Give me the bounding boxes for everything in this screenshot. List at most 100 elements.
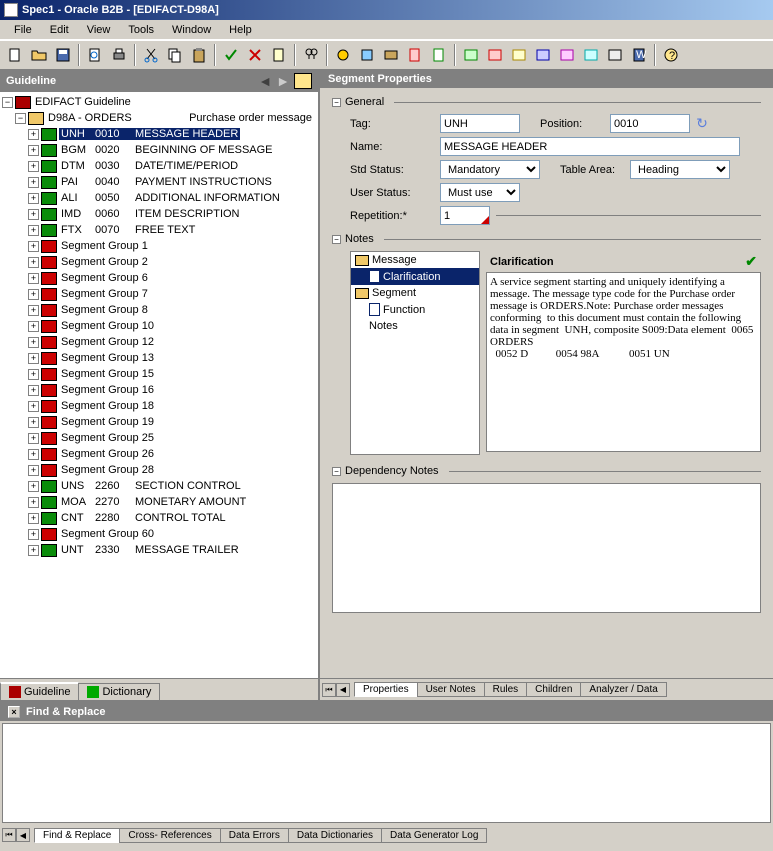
tab-properties[interactable]: Properties <box>354 682 418 697</box>
menu-window[interactable]: Window <box>164 22 219 38</box>
guideline-tree[interactable]: − EDIFACT Guideline − D98A - ORDERS Purc… <box>0 92 318 678</box>
tool7-icon[interactable] <box>484 44 506 66</box>
tool1-icon[interactable] <box>332 44 354 66</box>
tree-item[interactable]: +IMD0060ITEM DESCRIPTION <box>2 206 316 222</box>
clarification-text[interactable]: A service segment starting and uniquely … <box>486 272 761 452</box>
tree-item[interactable]: +Segment Group 8 <box>2 302 316 318</box>
tool6-icon[interactable] <box>460 44 482 66</box>
find-icon[interactable] <box>300 44 322 66</box>
notes-item-segment[interactable]: Segment <box>351 285 479 301</box>
expand-icon[interactable]: + <box>28 337 39 348</box>
tab-user-notes[interactable]: User Notes <box>417 682 485 697</box>
notes-item-message[interactable]: Message <box>351 252 479 268</box>
menu-view[interactable]: View <box>79 22 119 38</box>
spellcheck-icon[interactable]: ✔ <box>745 253 757 270</box>
find-replace-body[interactable] <box>2 723 771 823</box>
expand-icon[interactable]: + <box>28 497 39 508</box>
tree-item[interactable]: +UNT2330MESSAGE TRAILER <box>2 542 316 558</box>
tool3-icon[interactable] <box>380 44 402 66</box>
table-select[interactable]: Heading <box>630 160 730 179</box>
refresh-icon[interactable]: ↻ <box>694 116 710 132</box>
scroll-prev-icon[interactable]: ◀ <box>336 683 350 697</box>
folder-up-icon[interactable] <box>294 73 312 89</box>
paste-icon[interactable] <box>188 44 210 66</box>
tree-item[interactable]: +ALI0050ADDITIONAL INFORMATION <box>2 190 316 206</box>
expand-icon[interactable]: + <box>28 145 39 156</box>
expand-icon[interactable]: + <box>28 289 39 300</box>
preview-icon[interactable] <box>84 44 106 66</box>
tree-item[interactable]: +Segment Group 6 <box>2 270 316 286</box>
tree-item[interactable]: +Segment Group 28 <box>2 462 316 478</box>
tree-item[interactable]: +Segment Group 16 <box>2 382 316 398</box>
tab-data-gen[interactable]: Data Generator Log <box>381 828 487 843</box>
menu-edit[interactable]: Edit <box>42 22 77 38</box>
collapse-icon[interactable]: − <box>332 235 341 244</box>
collapse-icon[interactable]: − <box>2 97 13 108</box>
name-input[interactable] <box>440 137 740 156</box>
tool12-icon[interactable] <box>604 44 626 66</box>
expand-icon[interactable]: + <box>28 161 39 172</box>
expand-icon[interactable]: + <box>28 385 39 396</box>
tree-item[interactable]: +DTM0030DATE/TIME/PERIOD <box>2 158 316 174</box>
scroll-prev-icon[interactable]: ◀ <box>16 828 30 842</box>
tree-item[interactable]: +PAI0040PAYMENT INSTRUCTIONS <box>2 174 316 190</box>
std-select[interactable]: Mandatory <box>440 160 540 179</box>
expand-icon[interactable]: + <box>28 369 39 380</box>
tree-item[interactable]: +Segment Group 1 <box>2 238 316 254</box>
expand-icon[interactable]: + <box>28 529 39 540</box>
notes-item-clarification[interactable]: Clarification <box>351 268 479 285</box>
tab-guideline[interactable]: Guideline <box>0 682 79 700</box>
notes-item-function[interactable]: Function <box>351 301 479 318</box>
expand-icon[interactable]: + <box>28 241 39 252</box>
tab-data-dict[interactable]: Data Dictionaries <box>288 828 382 843</box>
tree-item[interactable]: +Segment Group 10 <box>2 318 316 334</box>
expand-icon[interactable]: + <box>28 433 39 444</box>
expand-icon[interactable]: + <box>28 513 39 524</box>
tool11-icon[interactable] <box>580 44 602 66</box>
expand-icon[interactable]: + <box>28 321 39 332</box>
tool5-icon[interactable] <box>428 44 450 66</box>
expand-icon[interactable]: + <box>28 481 39 492</box>
tree-item[interactable]: +Segment Group 15 <box>2 366 316 382</box>
tree-item[interactable]: +FTX0070FREE TEXT <box>2 222 316 238</box>
tree-item[interactable]: +Segment Group 25 <box>2 430 316 446</box>
open-icon[interactable] <box>28 44 50 66</box>
tree-item[interactable]: +Segment Group 19 <box>2 414 316 430</box>
expand-icon[interactable]: + <box>28 177 39 188</box>
tree-item[interactable]: +CNT2280CONTROL TOTAL <box>2 510 316 526</box>
tab-data-errors[interactable]: Data Errors <box>220 828 289 843</box>
menu-tools[interactable]: Tools <box>120 22 162 38</box>
tab-analyzer[interactable]: Analyzer / Data <box>580 682 666 697</box>
tool10-icon[interactable] <box>556 44 578 66</box>
scroll-first-icon[interactable]: ⏮ <box>2 828 16 842</box>
new-icon[interactable] <box>4 44 26 66</box>
expand-icon[interactable]: + <box>28 209 39 220</box>
tool4-icon[interactable] <box>404 44 426 66</box>
tree-item[interactable]: +Segment Group 7 <box>2 286 316 302</box>
tree-item[interactable]: +Segment Group 60 <box>2 526 316 542</box>
print-icon[interactable] <box>108 44 130 66</box>
tree-item[interactable]: +MOA2270MONETARY AMOUNT <box>2 494 316 510</box>
check-icon[interactable] <box>220 44 242 66</box>
expand-icon[interactable]: + <box>28 545 39 556</box>
help-icon[interactable]: ? <box>660 44 682 66</box>
tab-children[interactable]: Children <box>526 682 581 697</box>
tool9-icon[interactable] <box>532 44 554 66</box>
tab-find-replace[interactable]: Find & Replace <box>34 828 120 843</box>
delete-icon[interactable] <box>244 44 266 66</box>
tree-item[interactable]: +Segment Group 18 <box>2 398 316 414</box>
dependency-text[interactable] <box>332 483 761 613</box>
scroll-first-icon[interactable]: ⏮ <box>322 683 336 697</box>
expand-icon[interactable]: + <box>28 193 39 204</box>
expand-icon[interactable]: + <box>28 353 39 364</box>
tool8-icon[interactable] <box>508 44 530 66</box>
expand-icon[interactable]: + <box>28 257 39 268</box>
expand-icon[interactable]: + <box>28 401 39 412</box>
tag-input[interactable] <box>440 114 520 133</box>
tree-item[interactable]: +UNS2260SECTION CONTROL <box>2 478 316 494</box>
tree-item[interactable]: +Segment Group 12 <box>2 334 316 350</box>
collapse-icon[interactable]: − <box>15 113 26 124</box>
expand-icon[interactable]: + <box>28 225 39 236</box>
collapse-icon[interactable]: − <box>332 467 341 476</box>
tab-cross-ref[interactable]: Cross- References <box>119 828 220 843</box>
